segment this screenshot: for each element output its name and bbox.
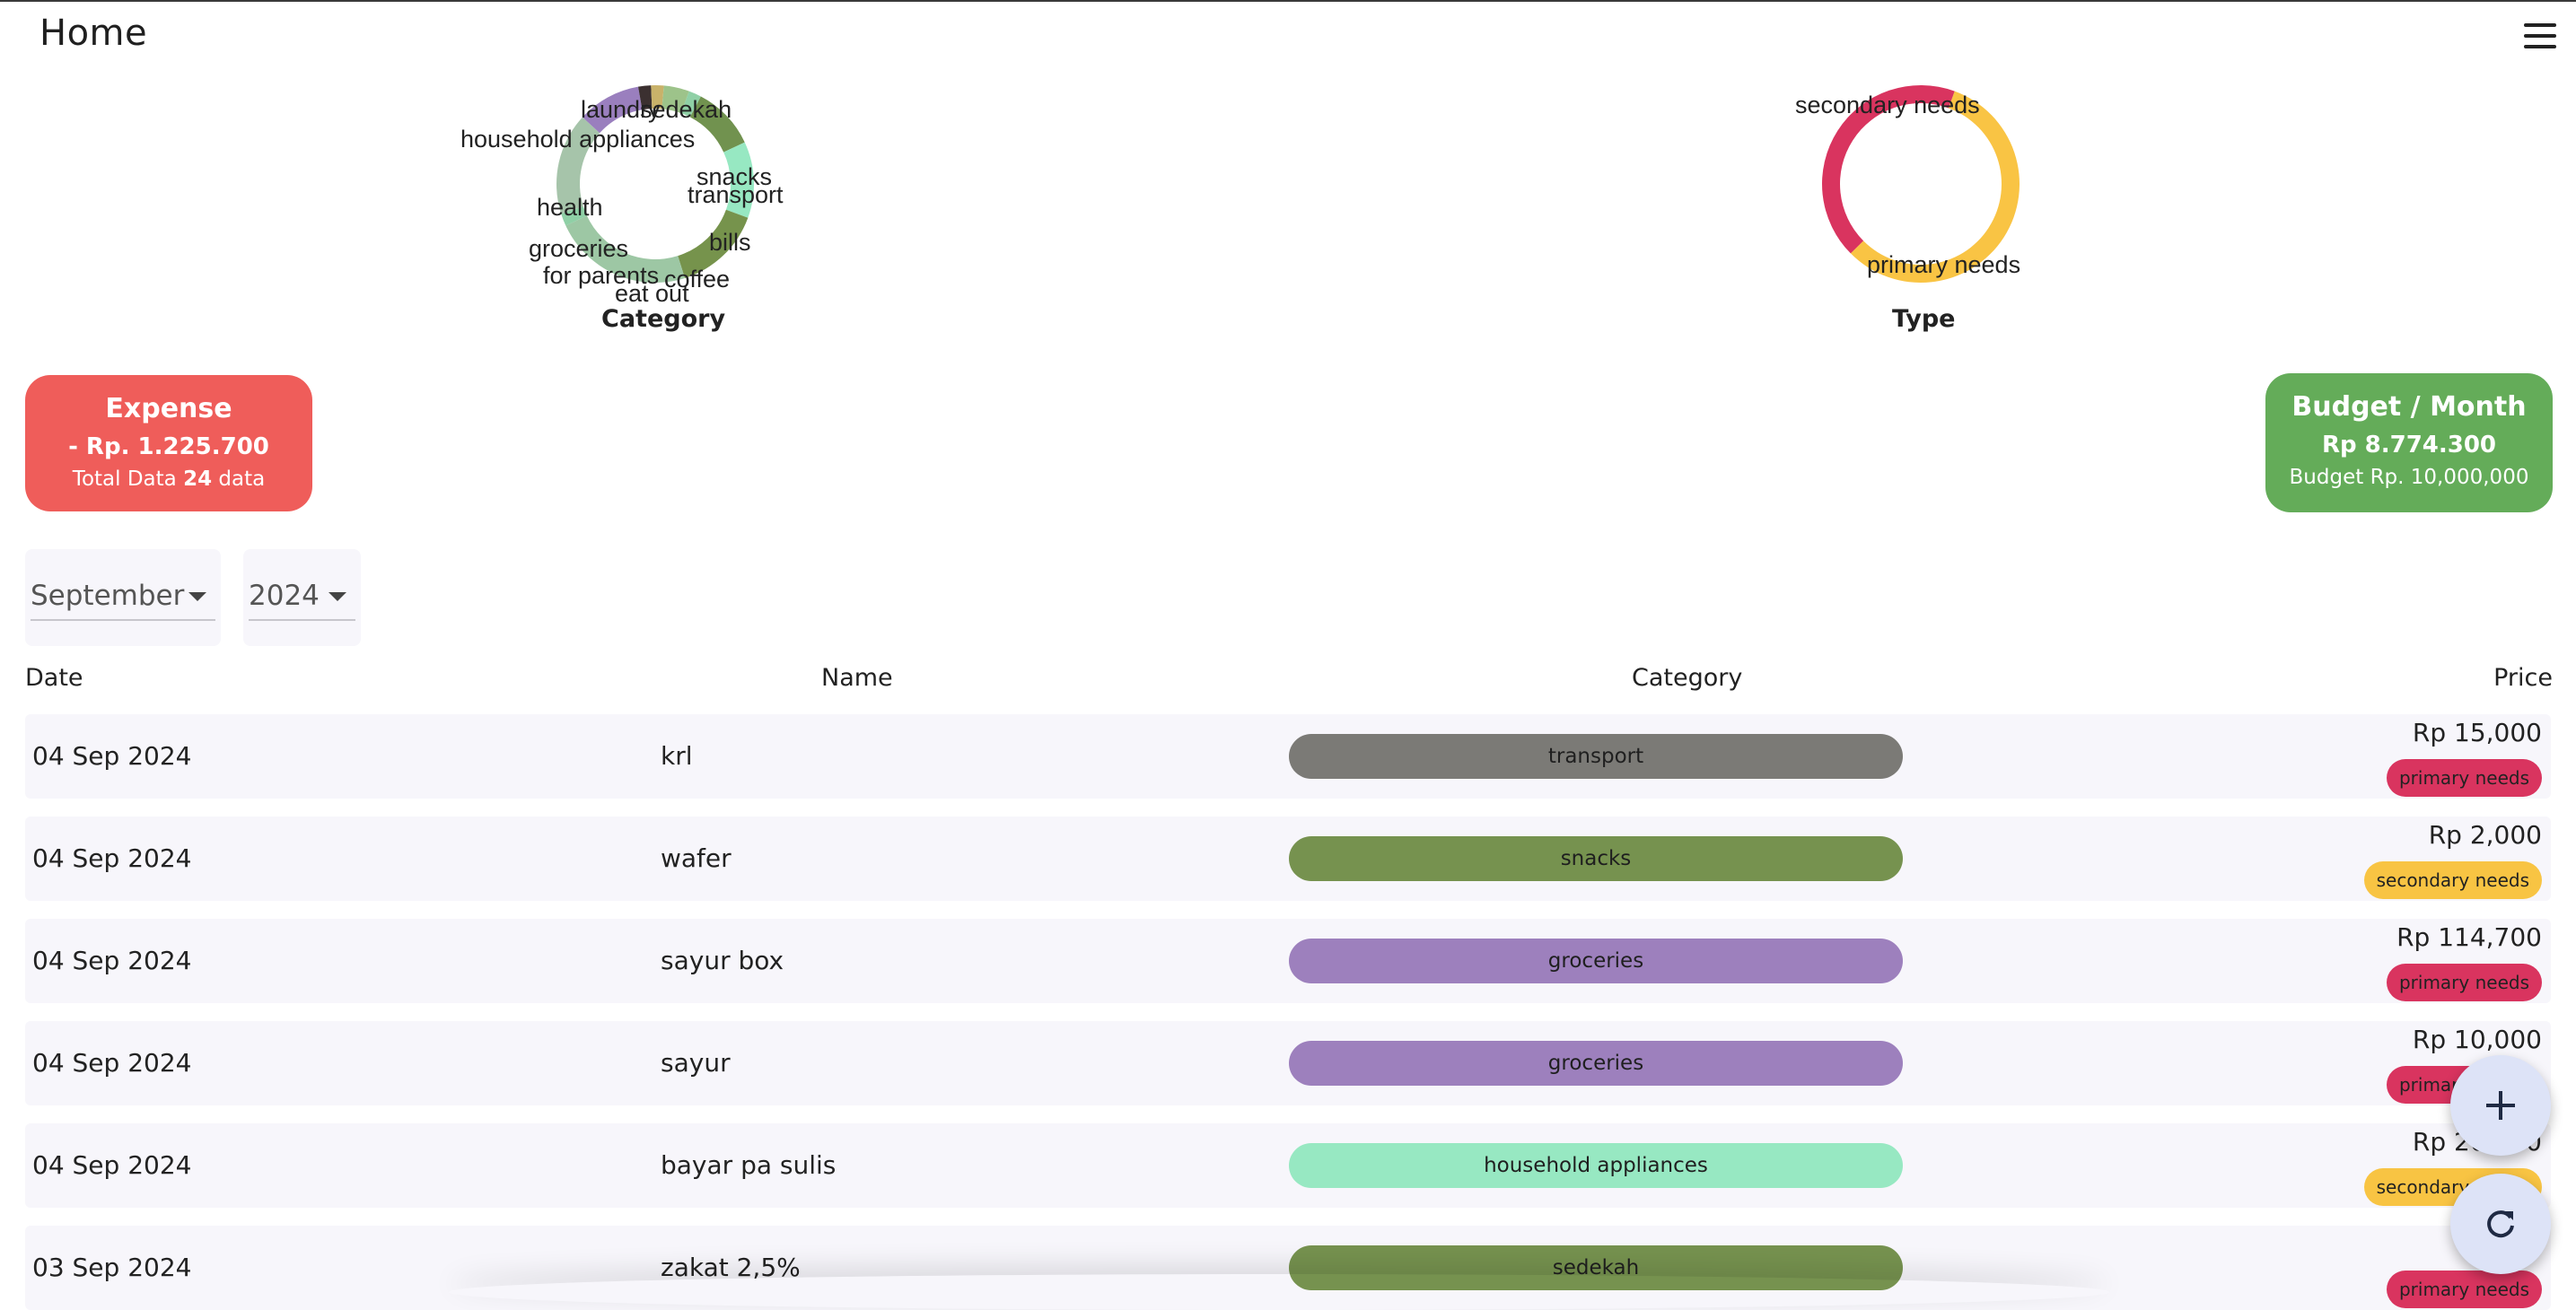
refresh-icon <box>2487 1210 2514 1238</box>
total-count: 24 <box>183 467 213 491</box>
caret-down-icon <box>188 592 206 601</box>
month-dropdown[interactable]: September <box>25 549 221 646</box>
row-date: 04 Sep 2024 <box>32 741 192 771</box>
budget-remaining: Rp 8.774.300 <box>2321 432 2497 458</box>
expense-total: Total Data 24 data <box>25 467 312 491</box>
caret-down-icon <box>329 592 346 601</box>
row-price: Rp 114,700 <box>2396 922 2542 952</box>
total-suffix: data <box>218 467 266 491</box>
type-donut: secondary needs primary needs <box>1795 84 2020 283</box>
row-name: sayur box <box>661 946 784 975</box>
category-chip[interactable]: groceries <box>1289 939 1903 983</box>
type-chart-title: Type <box>1892 305 1956 333</box>
slice-label: health <box>537 194 603 221</box>
type-badge[interactable]: primary needs <box>2386 759 2542 797</box>
header-name: Name <box>821 664 893 692</box>
row-name: sayur <box>661 1048 731 1078</box>
expense-amount: - Rp. 1.225.700 <box>68 433 269 460</box>
header-category: Category <box>1632 664 1743 692</box>
type-badge[interactable]: primary needs <box>2386 964 2542 1001</box>
type-badge[interactable]: secondary needs <box>2363 861 2542 899</box>
category-chart: laundry sedekah household appliances snacks… <box>0 0 898 307</box>
plus-icon <box>2486 1091 2515 1120</box>
table-row[interactable]: 04 Sep 2024 wafer snacks Rp 2,000 secondary … <box>25 817 2551 901</box>
row-date: 04 Sep 2024 <box>32 946 192 975</box>
table-row[interactable]: 04 Sep 2024 krl transport Rp 15,000 primary … <box>25 714 2551 799</box>
row-name: wafer <box>661 843 732 873</box>
refresh-button[interactable] <box>2450 1174 2551 1274</box>
row-date: 04 Sep 2024 <box>32 843 192 873</box>
row-price: Rp 10,000 <box>2412 1025 2542 1054</box>
expense-title: Expense <box>105 393 232 424</box>
header-price: Price <box>2493 664 2553 692</box>
slice-label: bills <box>709 229 751 256</box>
category-chip[interactable]: groceries <box>1289 1041 1903 1086</box>
table-row[interactable]: 04 Sep 2024 bayar pa sulis household appli… <box>25 1123 2551 1208</box>
category-chip[interactable]: household appliances <box>1289 1143 1903 1188</box>
budget-card[interactable]: Budget / Month Rp 8.774.300 Budget Rp. 1… <box>2265 373 2553 512</box>
expense-card[interactable]: Expense - Rp. 1.225.700 Total Data 24 da… <box>25 375 312 511</box>
slice-label: transport <box>688 181 784 208</box>
add-expense-button[interactable] <box>2450 1055 2551 1156</box>
year-value: 2024 <box>249 580 320 612</box>
month-value: September <box>31 580 185 612</box>
row-date: 03 Sep 2024 <box>32 1253 192 1282</box>
year-dropdown[interactable]: 2024 <box>243 549 361 646</box>
row-date: 04 Sep 2024 <box>32 1150 192 1180</box>
row-name: bayar pa sulis <box>661 1150 837 1180</box>
category-chart-title: Category <box>601 305 726 333</box>
row-price: Rp 15,000 <box>2412 718 2542 747</box>
total-prefix: Total Data <box>72 467 177 491</box>
type-badge[interactable]: primary needs <box>2386 1271 2542 1308</box>
budget-title: Budget / Month <box>2291 391 2527 423</box>
slice-label: eat out <box>615 280 689 307</box>
slice-label: household appliances <box>460 126 695 153</box>
category-donut: laundrysedekahhousehold appliancessnacks… <box>460 85 784 307</box>
row-date: 04 Sep 2024 <box>32 1048 192 1078</box>
slice-label: secondary needs <box>1795 92 1980 118</box>
bottom-sheet-shadow <box>449 1274 2109 1310</box>
hamburger-menu-icon[interactable] <box>2522 20 2558 56</box>
slice-label: sedekah <box>640 96 732 123</box>
row-name: krl <box>661 741 693 771</box>
slice-label: groceries <box>529 235 628 262</box>
category-chip[interactable]: snacks <box>1289 836 1903 881</box>
category-chip[interactable]: transport <box>1289 734 1903 779</box>
header-date: Date <box>25 664 83 692</box>
table-row[interactable]: 04 Sep 2024 sayur groceries Rp 10,000 primar… <box>25 1021 2551 1105</box>
slice-label: primary needs <box>1867 251 2020 278</box>
type-chart: secondary needs primary needs <box>1705 0 2154 296</box>
table-row[interactable]: 04 Sep 2024 sayur box groceries Rp 114,700 p… <box>25 919 2551 1003</box>
budget-total: Budget Rp. 10,000,000 <box>2289 466 2529 489</box>
row-price: Rp 2,000 <box>2428 820 2542 850</box>
